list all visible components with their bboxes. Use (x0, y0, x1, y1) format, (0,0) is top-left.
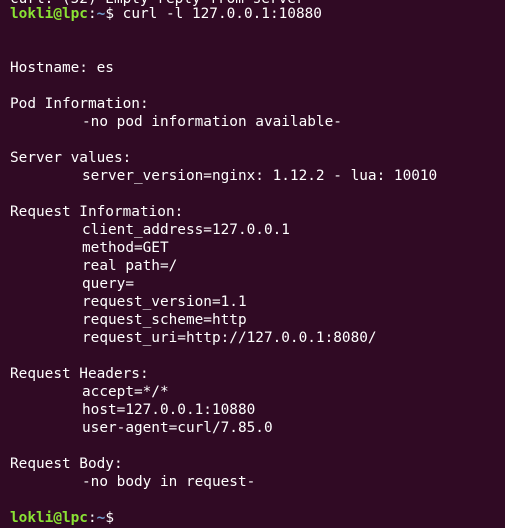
terminal-content: lokli@lpc:~$ curl -l 127.0.0.1:10880 Hos… (10, 0, 505, 491)
command-text: curl -l 127.0.0.1:10880 (114, 6, 322, 22)
request-scheme-line: request_scheme=http (82, 312, 247, 328)
real-path-line: real path=/ (82, 258, 178, 274)
client-address-line: client_address=127.0.0.1 (82, 222, 290, 238)
request-info-header: Request Information: (10, 204, 184, 220)
method-line: method=GET (82, 240, 169, 256)
prompt-separator: : (87, 6, 97, 22)
request-version-line: request_version=1.1 (82, 294, 247, 310)
prompt-user-host: lokli@lpc (10, 510, 88, 526)
prompt-symbol: $ (105, 6, 114, 22)
prompt-symbol: $ (105, 510, 114, 526)
request-body-header: Request Body: (10, 456, 123, 472)
server-values-header: Server values: (10, 150, 132, 166)
hostname-line: Hostname: es (10, 60, 114, 76)
request-body-value: -no body in request- (82, 474, 256, 490)
host-header-line: host=127.0.0.1:10880 (82, 402, 256, 418)
server-version-line: server_version=nginx: 1.12.2 - lua: 1001… (82, 168, 438, 184)
pod-info-value: -no pod information available- (82, 114, 342, 130)
active-prompt-line[interactable]: lokli@lpc:~$ (10, 509, 114, 527)
accept-header-line: accept=*/* (82, 384, 169, 400)
pod-info-header: Pod Information: (10, 96, 149, 112)
previous-output-line: curl: (52) Empty reply from server (10, 0, 305, 8)
terminal-window[interactable]: curl: (52) Empty reply from server lokli… (0, 0, 505, 528)
user-agent-header-line: user-agent=curl/7.85.0 (82, 420, 273, 436)
query-line: query= (82, 276, 134, 292)
request-headers-header: Request Headers: (10, 366, 149, 382)
request-uri-line: request_uri=http://127.0.0.1:8080/ (82, 330, 377, 346)
prompt-separator: : (87, 510, 97, 526)
prompt-user-host: lokli@lpc (10, 6, 88, 22)
